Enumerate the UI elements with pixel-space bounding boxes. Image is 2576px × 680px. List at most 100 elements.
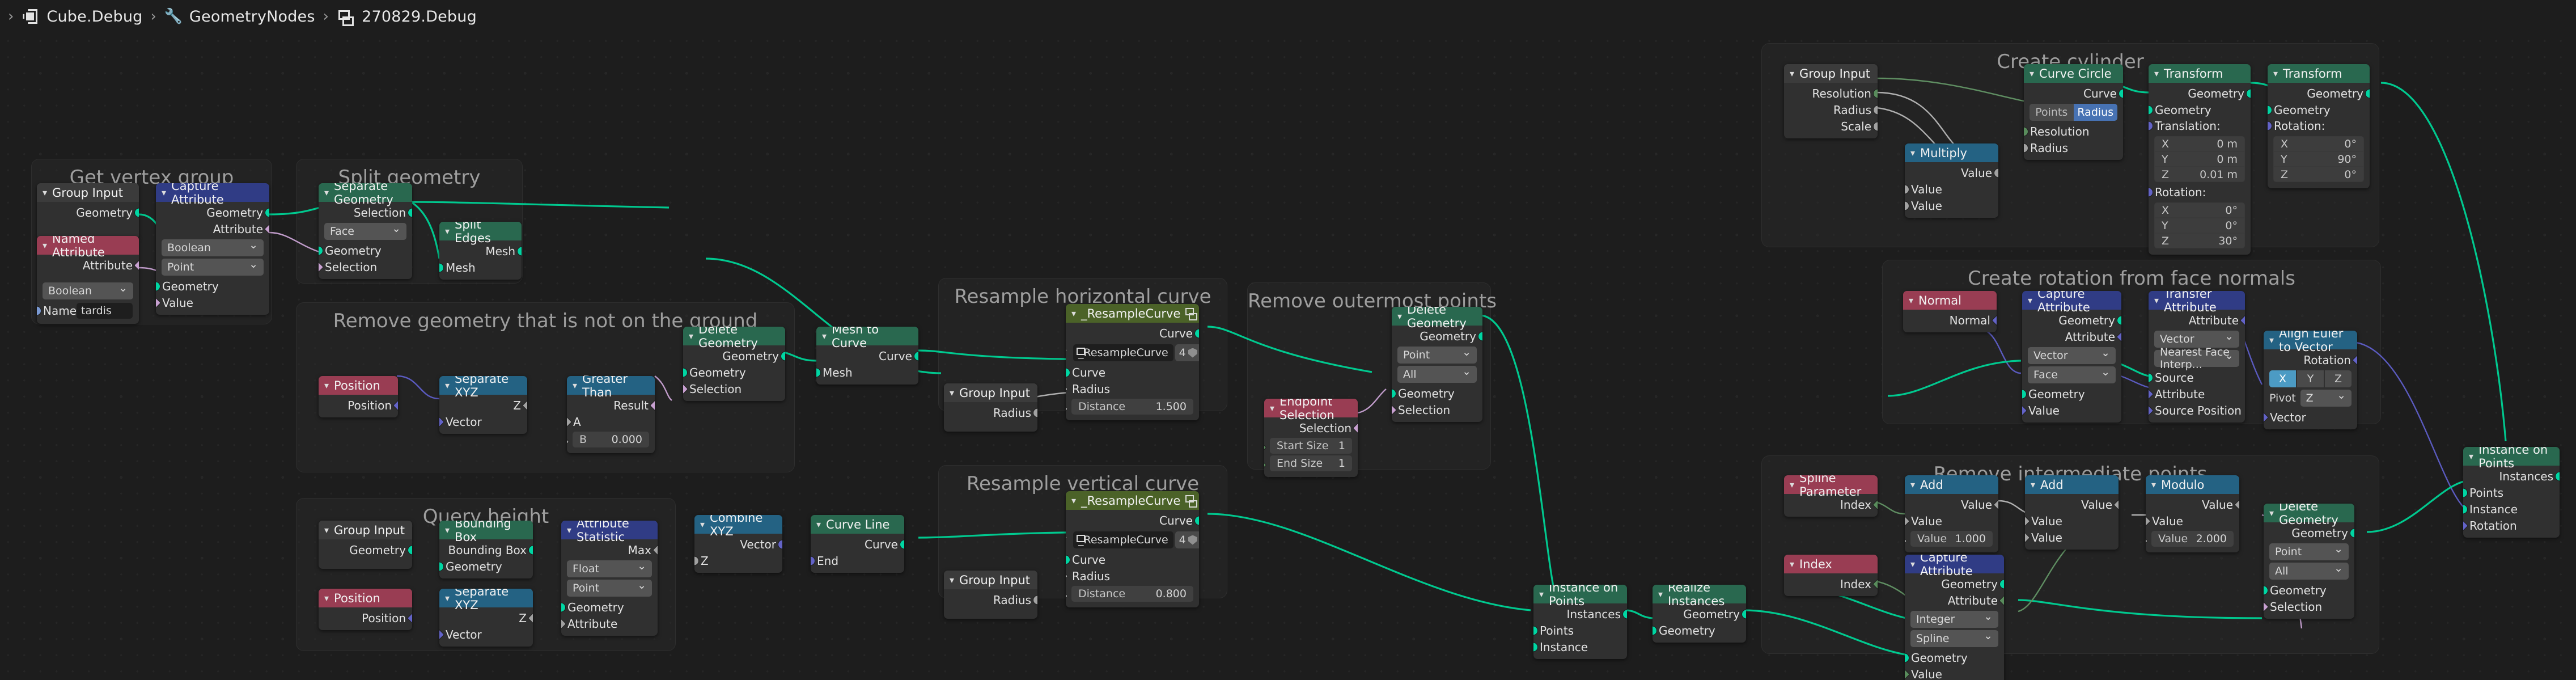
collapse-chevron-icon[interactable]: ▾	[1397, 311, 1402, 322]
end-size-field[interactable]: End Size 1	[1270, 455, 1352, 471]
socket-row-resolution-in[interactable]: Resolution	[2024, 123, 2123, 140]
value-input-socket[interactable]	[156, 296, 162, 309]
node-position-1[interactable]: ▾ Position Position	[319, 376, 398, 417]
node-combine-xyz[interactable]: ▾ Combine XYZ Vector Z	[694, 515, 782, 573]
geometry-input-socket[interactable]	[2022, 389, 2027, 399]
node-header[interactable]: ▾ Modulo	[2146, 475, 2239, 494]
socket-row-curve-out[interactable]: Curve	[811, 536, 904, 552]
node-capture-attribute-2[interactable]: ▾ Capture Attribute Geometry Attribute V…	[2022, 291, 2121, 423]
node-transform-2[interactable]: ▾ Transform Geometry Geometry Rotation: …	[2268, 64, 2370, 188]
collapse-chevron-icon[interactable]: ▾	[2151, 479, 2156, 490]
collapse-chevron-icon[interactable]: ▾	[1910, 147, 1915, 158]
value-output-socket[interactable]	[1994, 168, 1998, 178]
data-type-dropdown[interactable]: Vector	[2154, 330, 2239, 348]
collapse-chevron-icon[interactable]: ▾	[1790, 479, 1794, 490]
attribute-input-socket[interactable]	[561, 617, 567, 630]
mesh-input-socket[interactable]	[439, 263, 444, 272]
distance-field[interactable]: Distance 1.500	[1071, 399, 1193, 415]
collapse-chevron-icon[interactable]: ▾	[324, 525, 329, 535]
distance-input-socket[interactable]	[1066, 404, 1069, 413]
node-spline-parameter[interactable]: ▾ Spline Parameter Index	[1784, 475, 1878, 517]
collapse-chevron-icon[interactable]: ▾	[822, 331, 827, 341]
attribute-output-socket[interactable]	[2116, 330, 2121, 343]
node-header[interactable]: ▾ Named Attribute	[37, 236, 139, 259]
translation-vector-grid[interactable]: X 0 m Y 0 m Z 0.01 m	[2154, 136, 2245, 182]
node-instance-on-points-1[interactable]: ▾ Instance on Points Instances Points In…	[1533, 585, 1627, 659]
source-input-socket[interactable]	[2149, 373, 2153, 382]
collapse-chevron-icon[interactable]: ▾	[2154, 68, 2159, 79]
domain-dropdown[interactable]: Point	[567, 579, 652, 597]
node-separate-xyz-1[interactable]: ▾ Separate XYZ Z Vector	[439, 376, 527, 434]
socket-row-mesh-out[interactable]: Mesh	[439, 243, 522, 259]
node-resample-curve-vertical[interactable]: ▾ _ResampleCurve Curve _ResampleCurve 4 …	[1066, 491, 1199, 607]
socket-row-z-out[interactable]: Z	[439, 610, 533, 626]
mesh-output-socket[interactable]	[517, 246, 522, 256]
geometry-input-socket[interactable]	[319, 246, 323, 255]
collapse-chevron-icon[interactable]: ▾	[2269, 335, 2274, 345]
node-header[interactable]: ▾ Transform	[2149, 64, 2251, 83]
geometry-output-socket[interactable]	[408, 545, 412, 555]
b-value-field[interactable]: B 0.000	[573, 432, 649, 447]
socket-row-max-out[interactable]: Max	[561, 542, 658, 558]
value-output-socket[interactable]	[1993, 498, 1998, 511]
socket-row-mesh-in[interactable]: Mesh	[439, 259, 522, 276]
z-output-socket[interactable]	[527, 611, 533, 624]
socket-row-attribute-out[interactable]: Attribute	[156, 221, 269, 237]
socket-row-resolution-out[interactable]: Resolution	[1784, 85, 1878, 102]
attribute-output-socket[interactable]	[264, 222, 269, 235]
socket-row-geometry-out[interactable]: Geometry	[1392, 328, 1482, 344]
collapse-chevron-icon[interactable]: ▾	[43, 240, 47, 251]
selection-input-socket[interactable]	[1392, 403, 1397, 416]
node-header[interactable]: ▾ Capture Attribute	[1905, 555, 2004, 578]
attribute-output-socket[interactable]	[1998, 594, 2004, 607]
node-group-input-vertical[interactable]: ▾ Group Input Radius	[944, 571, 1037, 619]
socket-row-radius-in[interactable]: Radius	[1066, 568, 1199, 584]
rotation-z-field[interactable]: Z 0°	[2273, 167, 2364, 182]
bounding-box-output-socket[interactable]	[528, 545, 533, 555]
geometry-input-socket[interactable]	[2264, 585, 2268, 595]
node-group-name[interactable]: _ResampleCurve	[1073, 344, 1173, 361]
collapse-chevron-icon[interactable]: ▾	[2269, 508, 2274, 518]
node-header[interactable]: ▾ Combine XYZ	[694, 515, 782, 538]
translation-y-field[interactable]: Y 0 m	[2154, 151, 2245, 167]
collapse-chevron-icon[interactable]: ▾	[1270, 403, 1274, 413]
socket-row-attribute-out[interactable]: Attribute	[2022, 328, 2121, 345]
value-input-socket[interactable]	[1905, 668, 1910, 680]
instance-input-socket[interactable]	[1533, 642, 1538, 652]
resolution-output-socket[interactable]	[1873, 88, 1878, 98]
socket-row-radius-out[interactable]: Radius	[1784, 102, 1878, 118]
breadcrumb-item-object[interactable]: Cube.Debug	[46, 8, 142, 26]
collapse-chevron-icon[interactable]: ▾	[43, 187, 47, 198]
attribute-input-socket[interactable]	[2149, 387, 2154, 400]
socket-row-selection-out[interactable]: Selection	[1264, 420, 1358, 436]
node-greater-than[interactable]: ▾ Greater Than Result A B 0.000	[567, 376, 655, 453]
socket-row-curve-out[interactable]: Curve	[2024, 85, 2123, 102]
value-field-input-socket[interactable]	[2146, 537, 2149, 546]
collapse-chevron-icon[interactable]: ▾	[2469, 451, 2473, 462]
curve-input-socket[interactable]	[1066, 555, 1070, 564]
node-group-users[interactable]: 4	[1175, 344, 1199, 361]
node-header[interactable]: ▾ Attribute Statistic	[561, 521, 658, 544]
shield-icon[interactable]	[1188, 535, 1197, 545]
socket-row-z-out[interactable]: Z	[439, 397, 527, 413]
name-input-socket[interactable]	[37, 306, 41, 316]
node-header[interactable]: ▾ Greater Than	[567, 376, 655, 399]
collapse-chevron-icon[interactable]: ▾	[2273, 68, 2278, 79]
node-named-attribute[interactable]: ▾ Named Attribute Attribute Boolean Name…	[37, 236, 139, 324]
node-header[interactable]: ▾ Transfer Attribute	[2149, 291, 2245, 314]
socket-row-geometry-in[interactable]: Geometry	[319, 242, 412, 259]
index-output-socket[interactable]	[1872, 577, 1878, 590]
domain-dropdown[interactable]: Point	[1397, 346, 1477, 364]
collapse-chevron-icon[interactable]: ▾	[324, 187, 329, 198]
rotation-vector-grid[interactable]: X 0° Y 90° Z 0°	[2273, 136, 2364, 182]
socket-row-mesh-in[interactable]: Mesh	[816, 364, 918, 381]
end-size-input-socket[interactable]	[1264, 461, 1267, 470]
curve-output-socket[interactable]	[2119, 88, 2123, 98]
name-text-field[interactable]: tardis	[77, 303, 133, 319]
node-instance-on-points-2[interactable]: ▾ Instance on Points Instances Points In…	[2463, 447, 2560, 538]
attribute-output-socket[interactable]	[133, 259, 139, 272]
collapse-chevron-icon[interactable]: ▾	[1910, 559, 1915, 569]
socket-row-radius-out[interactable]: Radius	[944, 592, 1037, 608]
vector-input-socket[interactable]	[439, 415, 445, 428]
socket-row-vector-in[interactable]: Vector	[439, 413, 527, 430]
